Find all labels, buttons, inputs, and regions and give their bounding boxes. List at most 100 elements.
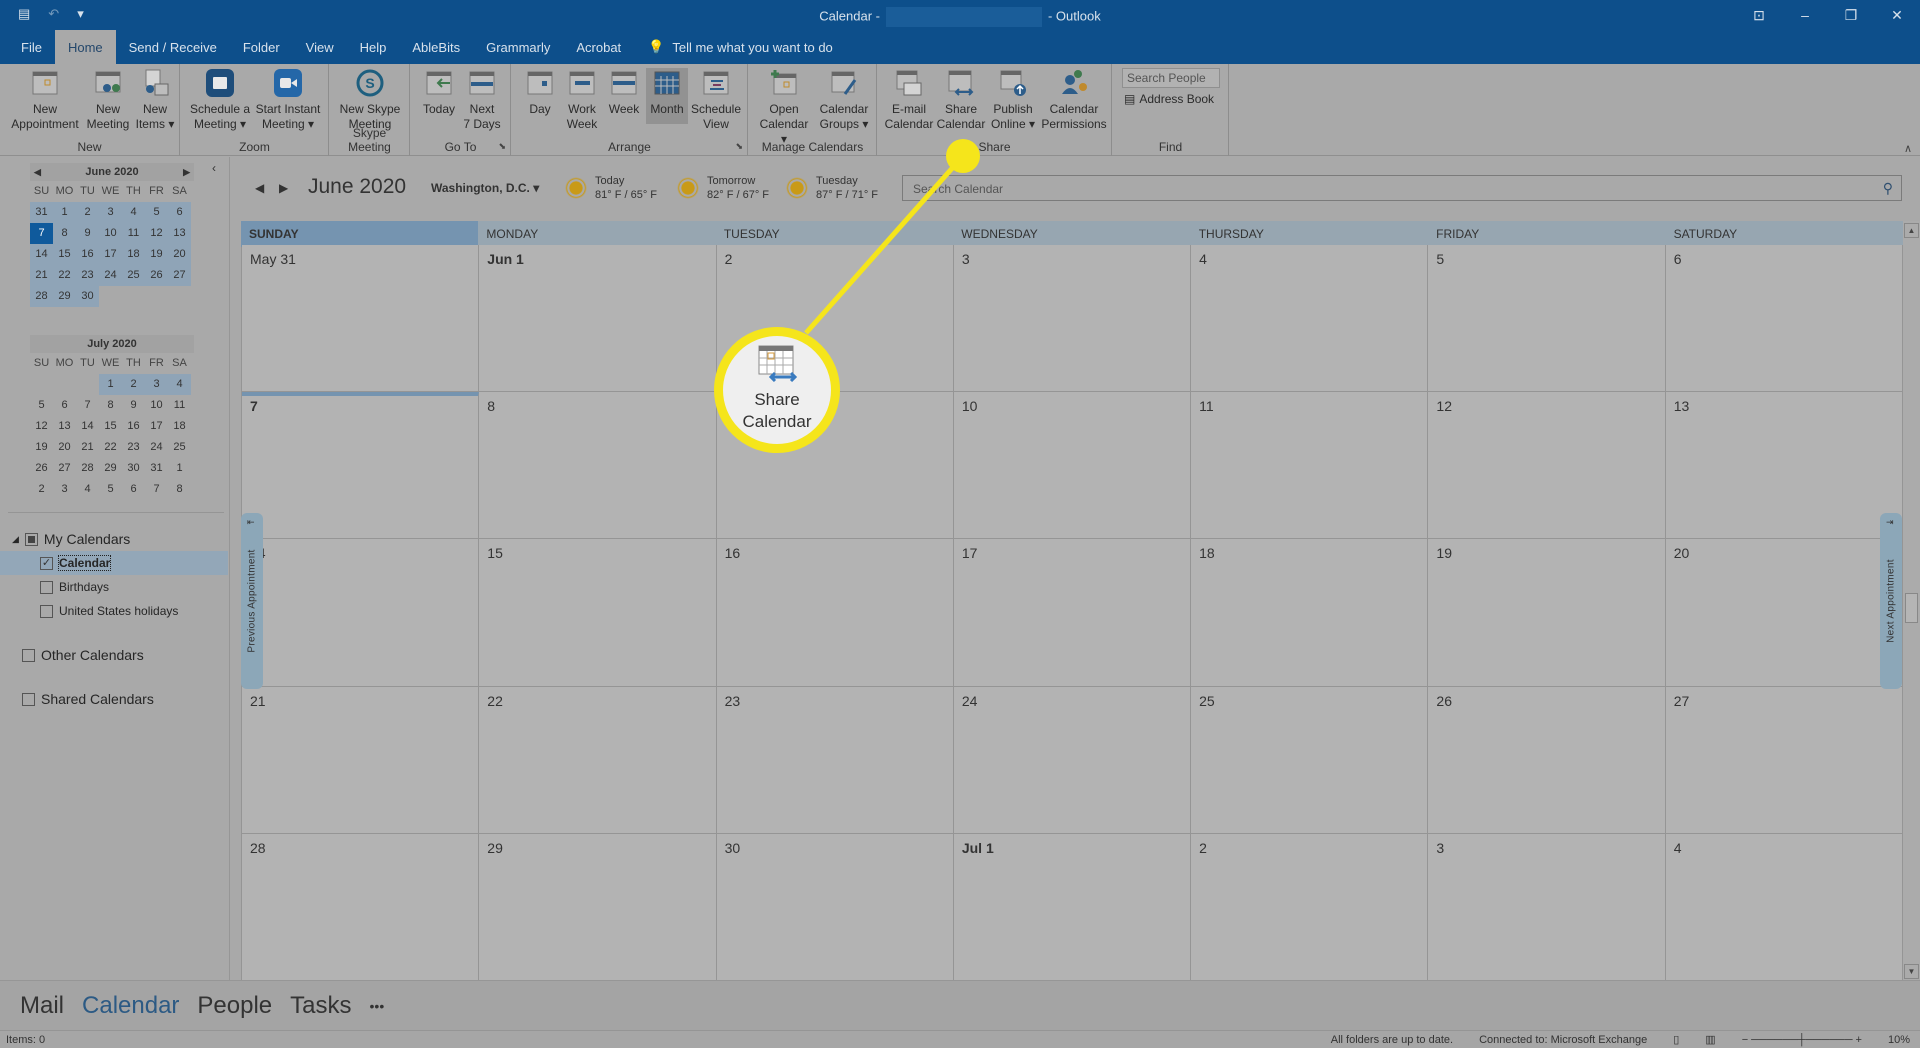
close-button[interactable]: ✕ [1874, 0, 1920, 30]
mini-day[interactable]: 1 [99, 374, 122, 395]
mini-day[interactable]: 23 [76, 265, 99, 286]
mini-day[interactable]: 5 [99, 479, 122, 500]
schedule-view-button[interactable]: Schedule View [690, 68, 742, 132]
day-cell[interactable]: Jun 1 [479, 245, 717, 393]
day-cell[interactable]: 4 [1665, 833, 1903, 981]
mini-day[interactable]: 15 [99, 416, 122, 437]
maximize-button[interactable]: ❐ [1828, 0, 1874, 30]
mini-day[interactable]: 4 [122, 202, 145, 223]
day-cell[interactable]: 7 [242, 392, 480, 540]
mini-day[interactable]: 30 [122, 458, 145, 479]
mini-day[interactable]: 3 [145, 374, 168, 395]
mini-day[interactable]: 31 [30, 202, 53, 223]
birthdays-checkbox[interactable] [40, 580, 53, 594]
tab-folder[interactable]: Folder [230, 30, 293, 64]
mini-day[interactable]: 26 [30, 458, 53, 479]
mini-day[interactable]: 1 [53, 202, 76, 223]
mini-day[interactable]: 8 [53, 223, 76, 244]
mini-day[interactable]: 24 [145, 437, 168, 458]
minimize-button[interactable]: – [1782, 0, 1828, 30]
mini-day[interactable]: 30 [76, 286, 99, 307]
day-cell[interactable]: 26 [1428, 686, 1666, 834]
schedule-meeting-button[interactable]: Schedule a Meeting ▾ [189, 68, 251, 132]
my-calendars-checkbox[interactable] [24, 532, 38, 546]
mini-day[interactable]: 16 [76, 244, 99, 265]
mini-day[interactable]: 9 [122, 395, 145, 416]
day-cell[interactable]: 8 [479, 392, 717, 540]
mini-day[interactable]: 21 [30, 265, 53, 286]
publish-online-button[interactable]: Publish Online ▾ [988, 68, 1038, 132]
mini-day[interactable]: 3 [53, 479, 76, 500]
day-cell[interactable]: 22 [479, 686, 717, 834]
nav-mail[interactable]: Mail [20, 992, 64, 1020]
day-cell[interactable]: 3 [953, 245, 1192, 393]
tab-ablebits[interactable]: AbleBits [399, 30, 473, 64]
mini-day[interactable]: 2 [76, 202, 99, 223]
tab-help[interactable]: Help [347, 30, 400, 64]
mini-day[interactable]: 11 [122, 223, 145, 244]
day-cell[interactable]: 5 [1428, 245, 1666, 393]
tab-send-receive[interactable]: Send / Receive [116, 30, 230, 64]
day-cell[interactable]: 30 [716, 833, 954, 981]
mini-day[interactable]: 29 [99, 458, 122, 479]
mini-day[interactable]: 8 [168, 479, 191, 500]
prev-month-button[interactable]: ◀ [255, 181, 264, 195]
mini-day[interactable]: 24 [99, 265, 122, 286]
tree-item-us-holidays[interactable]: United States holidays [0, 599, 228, 623]
day-cell[interactable]: 10 [953, 392, 1192, 540]
mini-day[interactable]: 2 [122, 374, 145, 395]
zoom-slider[interactable]: − ──────┼────── + [1742, 1034, 1862, 1046]
month-view-button[interactable]: Month [646, 68, 688, 124]
day-cell[interactable]: 15 [479, 539, 717, 687]
mini-day[interactable]: 19 [145, 244, 168, 265]
dialog-launcher-icon[interactable]: ⬊ [498, 141, 506, 152]
day-cell[interactable]: 28 [242, 833, 480, 981]
mini-day[interactable]: 6 [122, 479, 145, 500]
prev-month-icon[interactable]: ◀ [34, 163, 41, 181]
mini-day[interactable]: 8 [99, 395, 122, 416]
mini-day[interactable]: 12 [30, 416, 53, 437]
dialog-launcher-icon[interactable]: ⬊ [735, 141, 743, 152]
normal-view-icon[interactable]: ▯ [1673, 1033, 1679, 1046]
nav-people[interactable]: People [197, 992, 272, 1020]
calendar-groups-button[interactable]: Calendar Groups ▾ [815, 68, 873, 132]
mini-day[interactable]: 14 [76, 416, 99, 437]
day-cell[interactable]: 23 [716, 686, 954, 834]
mini-day[interactable]: 29 [53, 286, 76, 307]
mini-day[interactable]: 28 [76, 458, 99, 479]
mini-day[interactable]: 7 [145, 479, 168, 500]
tab-acrobat[interactable]: Acrobat [563, 30, 634, 64]
mini-day[interactable]: 23 [122, 437, 145, 458]
tab-grammarly[interactable]: Grammarly [473, 30, 563, 64]
mini-day[interactable]: 5 [30, 395, 53, 416]
tree-shared-calendars[interactable]: Shared Calendars [0, 687, 228, 711]
location-dropdown[interactable]: Washington, D.C. ▾ [431, 181, 539, 195]
day-cell[interactable]: 3 [1428, 833, 1666, 981]
day-cell[interactable]: 17 [953, 539, 1192, 687]
tree-item-birthdays[interactable]: Birthdays [0, 575, 228, 599]
calendar-permissions-button[interactable]: Calendar Permissions [1040, 68, 1108, 132]
mini-day[interactable]: 9 [76, 223, 99, 244]
mini-day[interactable]: 21 [76, 437, 99, 458]
mini-day[interactable]: 4 [76, 479, 99, 500]
mini-day[interactable]: 1 [168, 458, 191, 479]
start-instant-meeting-button[interactable]: Start Instant Meeting ▾ [253, 68, 323, 132]
mini-day[interactable]: 14 [30, 244, 53, 265]
tell-me-box[interactable]: 💡 Tell me what you want to do [634, 30, 833, 64]
mini-day[interactable]: 17 [99, 244, 122, 265]
tab-file[interactable]: File [8, 30, 55, 64]
mini-day[interactable]: 28 [30, 286, 53, 307]
search-calendar-input[interactable]: Search Calendar ⚲ [902, 175, 1902, 201]
day-view-button[interactable]: Day [522, 68, 558, 117]
mini-day[interactable]: 2 [30, 479, 53, 500]
mini-day[interactable]: 18 [168, 416, 191, 437]
new-appointment-button[interactable]: New Appointment [8, 68, 82, 132]
day-cell[interactable]: 25 [1191, 686, 1429, 834]
tree-my-calendars[interactable]: ◢ My Calendars [0, 527, 228, 551]
mini-day[interactable]: 13 [168, 223, 191, 244]
mini-day[interactable]: 10 [99, 223, 122, 244]
scroll-up-icon[interactable]: ▲ [1904, 223, 1919, 238]
mini-day[interactable]: 22 [53, 265, 76, 286]
day-cell[interactable]: 6 [1665, 245, 1903, 393]
next-appointment-button[interactable]: ⇥ Next Appointment [1880, 513, 1902, 689]
